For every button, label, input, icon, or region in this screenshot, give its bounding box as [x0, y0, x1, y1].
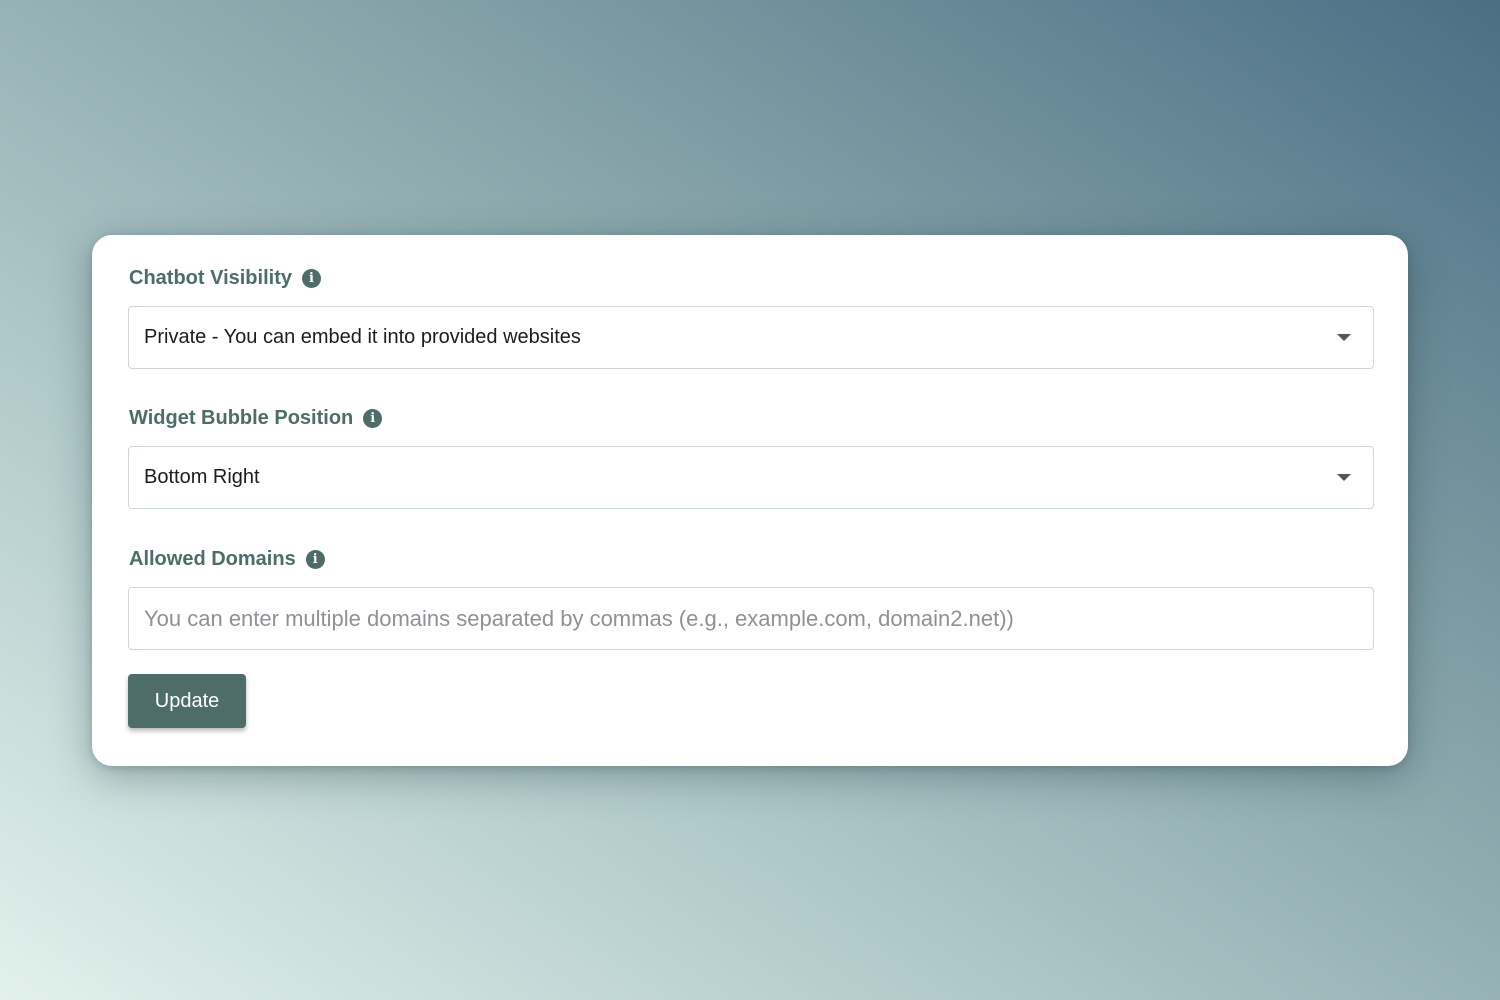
chatbot-visibility-select[interactable]: Private - You can embed it into provided… [128, 306, 1374, 369]
chatbot-visibility-label: Chatbot Visibility i [129, 263, 321, 293]
info-icon[interactable]: i [305, 549, 325, 569]
caret-down-icon [1337, 334, 1351, 341]
info-icon[interactable]: i [301, 268, 321, 288]
allowed-domains-field[interactable] [128, 587, 1374, 650]
caret-down-icon [1337, 474, 1351, 481]
info-icon[interactable]: i [363, 408, 383, 428]
widget-bubble-position-label: Widget Bubble Position i [129, 403, 383, 433]
update-button[interactable]: Update [128, 674, 246, 728]
widget-bubble-position-label-text: Widget Bubble Position [129, 406, 354, 429]
allowed-domains-label: Allowed Domains i [129, 544, 325, 574]
allowed-domains-input[interactable] [129, 588, 1373, 649]
allowed-domains-label-text: Allowed Domains [129, 547, 296, 570]
widget-bubble-position-select[interactable]: Bottom Right [128, 446, 1374, 509]
chatbot-visibility-selected-value: Private - You can embed it into provided… [144, 326, 581, 348]
chatbot-visibility-label-text: Chatbot Visibility [129, 266, 292, 289]
widget-bubble-position-selected-value: Bottom Right [144, 466, 260, 488]
chatbot-settings-card: Chatbot Visibility i Private - You can e… [92, 235, 1408, 766]
